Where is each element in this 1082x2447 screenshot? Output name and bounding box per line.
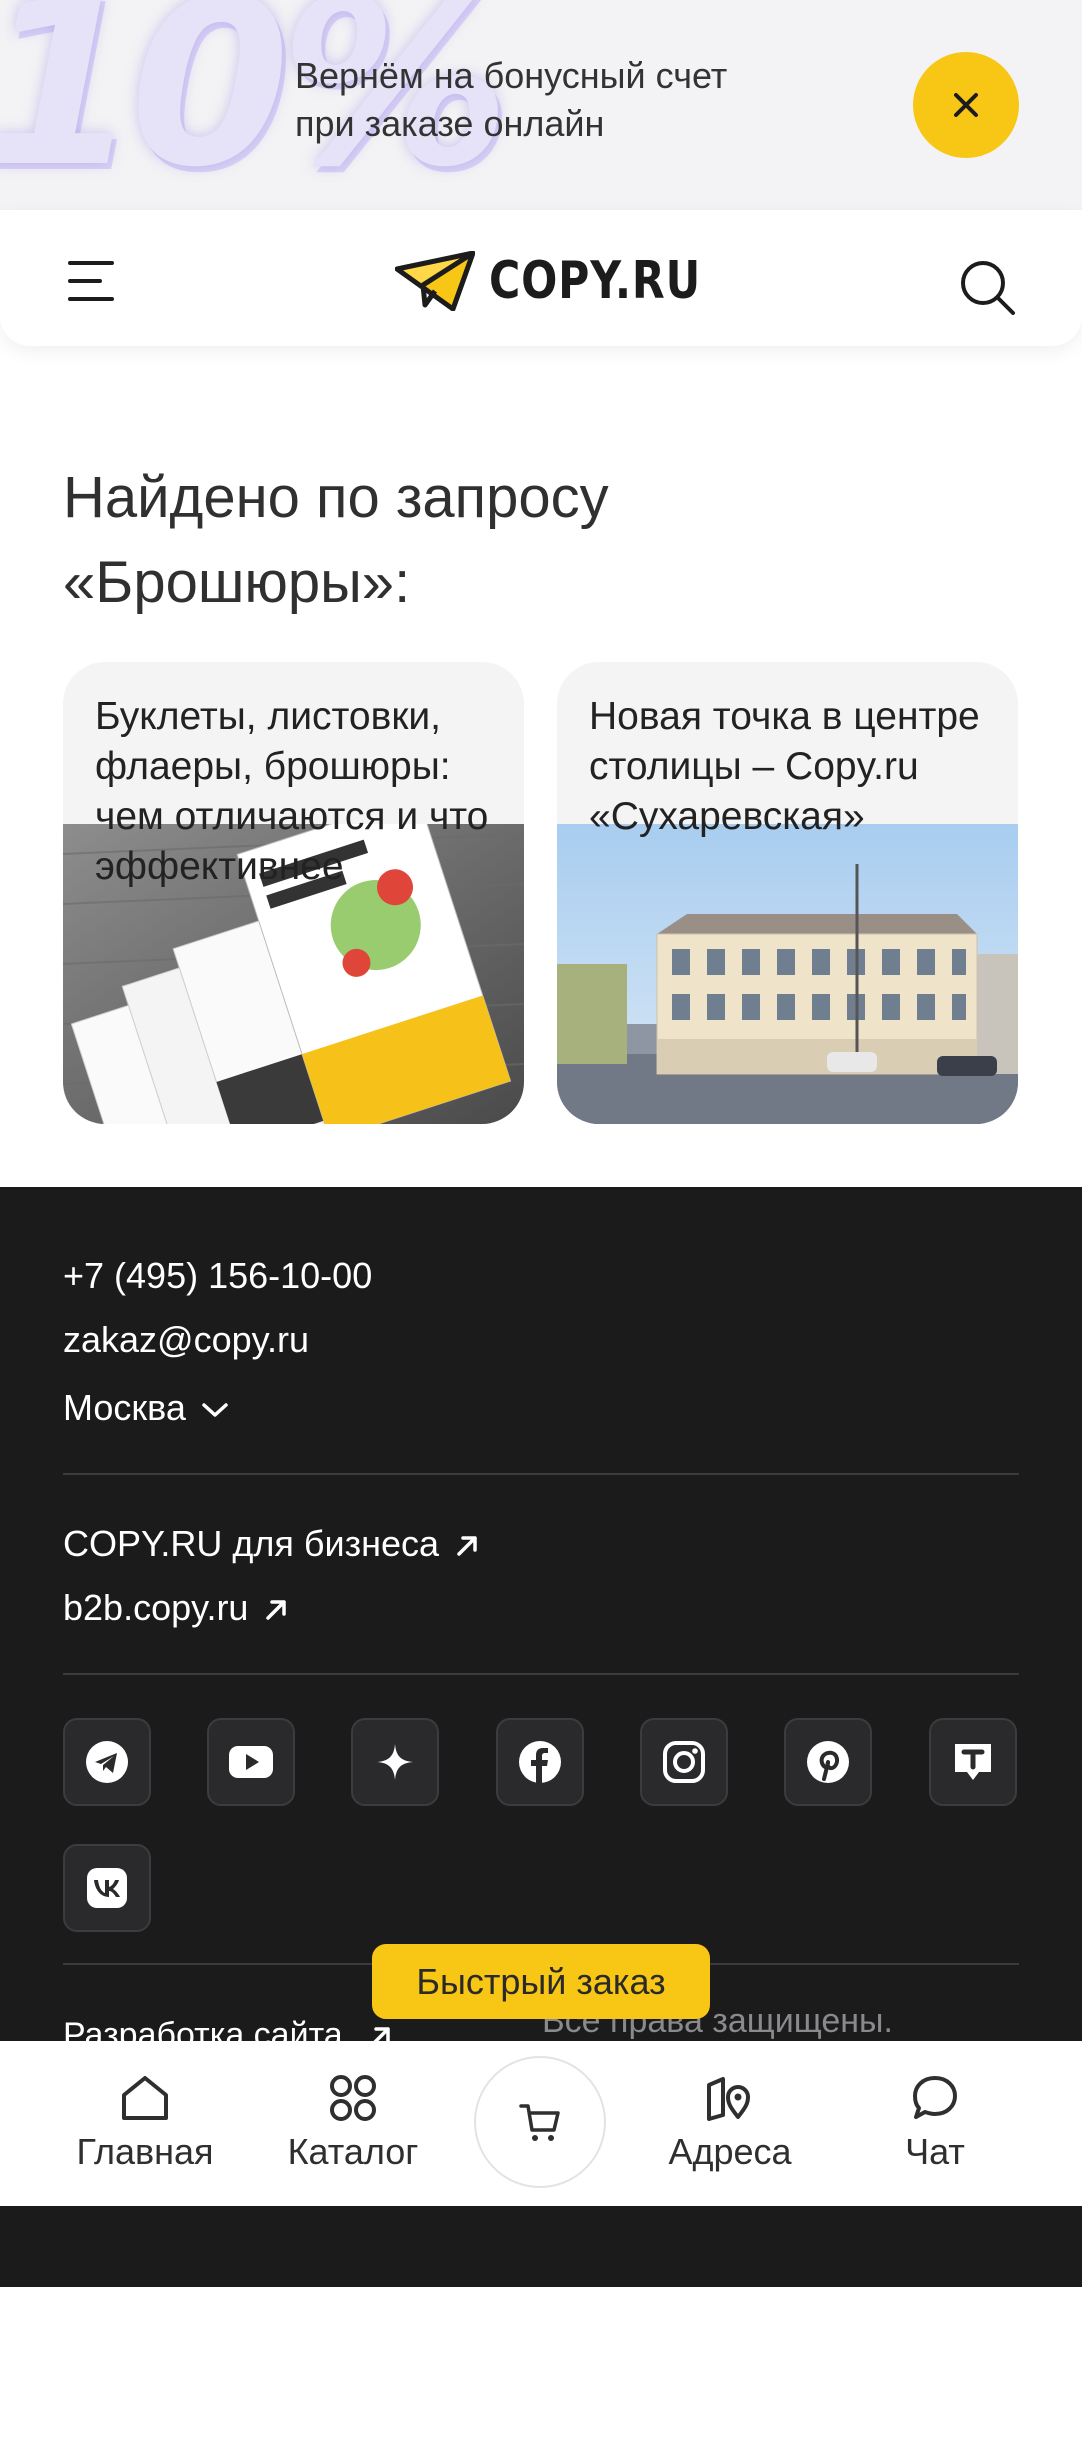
facebook-icon — [519, 1741, 561, 1783]
vk-button[interactable] — [63, 1844, 151, 1932]
quick-order-button[interactable]: Быстрый заказ — [372, 1944, 710, 2019]
promo-close-button[interactable] — [913, 52, 1019, 158]
telegram-icon — [86, 1741, 128, 1783]
arrow-up-right-icon — [266, 1600, 287, 1621]
footer-divider — [63, 1473, 1019, 1475]
tenchat-icon — [955, 1744, 991, 1780]
city-selector[interactable]: Москва — [63, 1386, 230, 1430]
logo-text: COPY.RU — [489, 251, 702, 311]
bottom-nav: Главная Каталог Адреса Чат — [0, 2041, 1082, 2206]
nav-home[interactable]: Главная — [72, 2073, 218, 2173]
promo-line-1: Вернём на бонусный счет — [295, 55, 728, 96]
vk-icon — [87, 1868, 127, 1908]
grid-icon — [330, 2075, 376, 2121]
business-link[interactable]: COPY.RU для бизнеса — [63, 1522, 481, 1566]
paper-plane-logo-icon — [395, 251, 475, 311]
promo-banner: 10% Вернём на бонусный счет при заказе о… — [0, 0, 1082, 215]
b2b-link-label: b2b.copy.ru — [63, 1587, 249, 1628]
city-label: Москва — [63, 1387, 186, 1428]
nav-chat[interactable]: Чат — [880, 2073, 990, 2173]
card-title: Буклеты, листовки, флаеры, брошюры: чем … — [95, 695, 489, 888]
youtube-button[interactable] — [207, 1718, 295, 1806]
promo-text: Вернём на бонусный счет при заказе онлай… — [295, 52, 835, 148]
page-title: Найдено по запросу «Брошюры»: — [63, 465, 609, 615]
result-card[interactable]: Новая точка в центре столицы – Copy.ru «… — [557, 662, 1018, 1124]
sparkle-button[interactable] — [351, 1718, 439, 1806]
nav-chat-label: Чат — [905, 2131, 965, 2172]
nav-home-label: Главная — [76, 2131, 214, 2172]
instagram-button[interactable] — [640, 1718, 728, 1806]
chevron-down-icon — [202, 1403, 228, 1418]
card-title: Новая точка в центре столицы – Copy.ru «… — [589, 695, 980, 838]
result-card[interactable]: Буклеты, листовки, флаеры, брошюры: чем … — [63, 662, 524, 1124]
search-icon — [961, 261, 1015, 315]
phone-link[interactable]: +7 (495) 156-10-00 — [63, 1254, 372, 1298]
tenchat-button[interactable] — [929, 1718, 1017, 1806]
close-icon — [954, 93, 978, 117]
b2b-link[interactable]: b2b.copy.ru — [63, 1586, 290, 1630]
pinterest-icon — [807, 1741, 849, 1783]
nav-catalog[interactable]: Каталог — [278, 2073, 428, 2173]
instagram-icon — [663, 1741, 705, 1783]
business-link-label: COPY.RU для бизнеса — [63, 1523, 440, 1564]
email-link[interactable]: zakaz@copy.ru — [63, 1318, 309, 1362]
telegram-button[interactable] — [63, 1718, 151, 1806]
chat-icon — [913, 2076, 957, 2119]
menu-icon — [68, 261, 114, 301]
youtube-icon — [229, 1746, 273, 1778]
nav-addresses-label: Адреса — [668, 2131, 792, 2172]
pinterest-button[interactable] — [784, 1718, 872, 1806]
footer-bottom-strip — [0, 2206, 1082, 2287]
facebook-button[interactable] — [496, 1718, 584, 1806]
sparkle-icon — [377, 1744, 413, 1780]
cart-icon — [519, 2104, 560, 2141]
menu-button[interactable] — [66, 258, 116, 304]
nav-addresses[interactable]: Адреса — [656, 2073, 804, 2173]
site-header: COPY.RU — [0, 210, 1082, 346]
nav-catalog-label: Каталог — [287, 2131, 419, 2172]
footer-divider — [63, 1673, 1019, 1675]
home-icon — [122, 2076, 168, 2120]
map-pin-icon — [707, 2077, 750, 2121]
cart-button[interactable] — [474, 2056, 606, 2188]
search-button[interactable] — [958, 258, 1018, 318]
arrow-up-right-icon — [457, 1536, 477, 1557]
promo-line-2: при заказе онлайн — [295, 103, 605, 144]
logo[interactable]: COPY.RU — [395, 246, 748, 316]
card-image — [557, 824, 1018, 1124]
